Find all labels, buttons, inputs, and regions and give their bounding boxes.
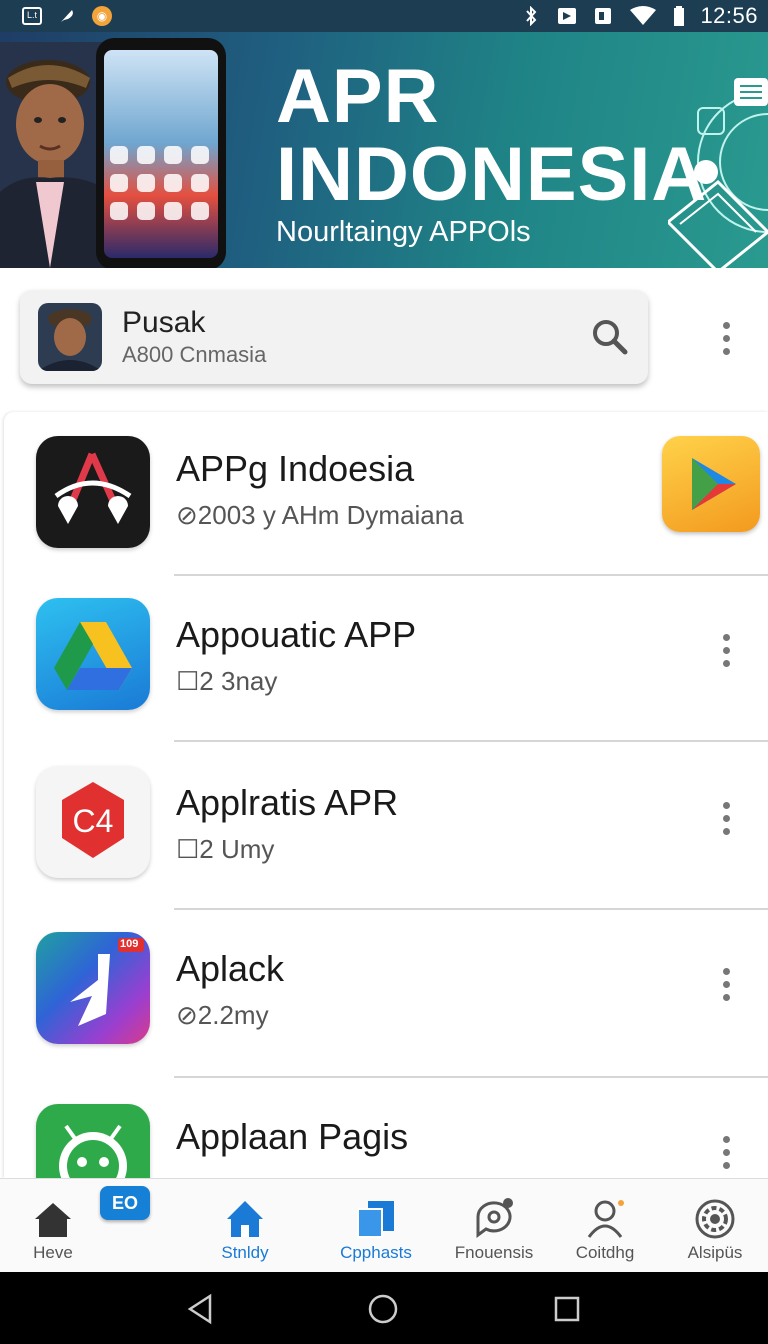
app-name: Applratis APR <box>176 782 399 823</box>
app-meta: ⊘2003 y AHm Dymaiana <box>176 500 464 530</box>
nav-item-stnldy[interactable]: Stnldy <box>210 1179 280 1273</box>
search-card[interactable]: Pusak A800 Cnmasia <box>20 290 648 384</box>
nav-item-heve[interactable]: Heve <box>18 1179 88 1273</box>
app-list: APPg Indoesia ⊘2003 y AHm Dymaiana Appou… <box>4 412 768 1178</box>
battery-icon <box>672 6 686 26</box>
settings-gear-icon <box>695 1199 735 1239</box>
item-more-icon[interactable] <box>712 630 740 670</box>
nav-item-cpphasts[interactable]: Cpphasts <box>336 1179 416 1273</box>
app-route-icon <box>36 436 150 548</box>
app-name: APPg Indoesia <box>176 448 415 489</box>
nav-label: Coitdhg <box>575 1243 635 1262</box>
nav-label: Fnouensis <box>454 1243 534 1262</box>
home-blue-icon <box>227 1201 263 1237</box>
status-right-icons: 12:56 <box>520 3 758 29</box>
search-title: Pusak <box>122 306 206 339</box>
avatar <box>38 303 102 371</box>
divider <box>174 740 768 742</box>
divider <box>174 1076 768 1078</box>
home-icon <box>35 1203 71 1237</box>
recents-square-icon[interactable] <box>550 1292 584 1326</box>
banner-title: APR INDONESIA <box>276 54 708 217</box>
app-name: Appouatic APP <box>176 614 417 655</box>
search-subtitle: A800 Cnmasia <box>122 342 267 367</box>
nav-item-coitdhg[interactable]: Coitdhg <box>570 1179 640 1273</box>
android-robot-icon <box>36 1104 150 1178</box>
list-item[interactable]: APPg Indoesia ⊘2003 y AHm Dymaiana <box>4 412 768 578</box>
nav-item-alsipus[interactable]: Alsipüs <box>680 1179 750 1273</box>
back-icon[interactable] <box>184 1292 218 1326</box>
app-meta: ⊘2.2my <box>176 1000 269 1030</box>
tech-decoration-icon <box>668 78 768 268</box>
profile-icon <box>587 1200 624 1238</box>
nav-label: Cpphasts <box>340 1243 412 1262</box>
app-name: Aplack <box>176 948 285 989</box>
list-item[interactable]: 109 Aplack ⊘2.2my <box>4 912 768 1078</box>
notification-box-icon: L.t <box>22 7 42 25</box>
search-icon[interactable] <box>590 317 630 357</box>
c4-hexagon-icon: C4 <box>36 766 150 878</box>
nav-item-fnouensis[interactable]: Fnouensis <box>454 1179 534 1273</box>
hero-banner[interactable]: APR INDONESIA Nourltaingy APPOls <box>0 32 768 268</box>
svg-text:C4: C4 <box>73 803 114 839</box>
item-more-icon[interactable] <box>712 964 740 1004</box>
status-left-icons: L.t ◉ <box>22 6 112 26</box>
list-item[interactable]: Applaan Pagis <box>4 1080 768 1178</box>
feather-icon <box>56 6 78 26</box>
list-item[interactable]: C4 Applratis APR ☐2 Umy <box>4 746 768 912</box>
eo-badge-icon[interactable]: EO <box>100 1186 150 1220</box>
nav-label: Stnldy <box>221 1243 269 1262</box>
search-text: Pusak A800 Cnmasia <box>122 306 590 368</box>
app-badge: 109 <box>120 938 139 950</box>
person-illustration <box>0 42 110 268</box>
nav-label: Alsipüs <box>687 1243 743 1262</box>
nav-label: Heve <box>33 1243 73 1262</box>
app-meta: ☐2 3nay <box>176 666 278 696</box>
more-options-icon[interactable] <box>712 318 740 358</box>
copy-apps-icon <box>357 1201 394 1238</box>
divider <box>174 574 768 576</box>
aplack-j-icon: 109 <box>36 932 150 1044</box>
system-navigation-bar <box>0 1272 768 1344</box>
nfc-icon <box>556 6 578 26</box>
bluetooth-icon <box>520 6 542 26</box>
coin-icon: ◉ <box>92 6 112 26</box>
list-item[interactable]: Appouatic APP ☐2 3nay <box>4 578 768 744</box>
home-circle-icon[interactable] <box>366 1292 400 1326</box>
app-name: Applaan Pagis <box>176 1116 409 1157</box>
play-store-icon[interactable] <box>662 436 760 532</box>
item-more-icon[interactable] <box>712 798 740 838</box>
drive-triangle-icon <box>36 598 150 710</box>
wifi-icon <box>628 6 658 26</box>
divider <box>174 908 768 910</box>
status-bar: L.t ◉ 12:56 <box>0 0 768 32</box>
banner-subtitle: Nourltaingy APPOls <box>276 216 531 248</box>
chat-bubble-icon <box>476 1198 513 1238</box>
phone-illustration <box>96 38 226 268</box>
status-time: 12:56 <box>700 3 758 28</box>
nfc-alt-icon <box>592 6 614 26</box>
item-more-icon[interactable] <box>712 1132 740 1172</box>
app-meta: ☐2 Umy <box>176 834 275 864</box>
